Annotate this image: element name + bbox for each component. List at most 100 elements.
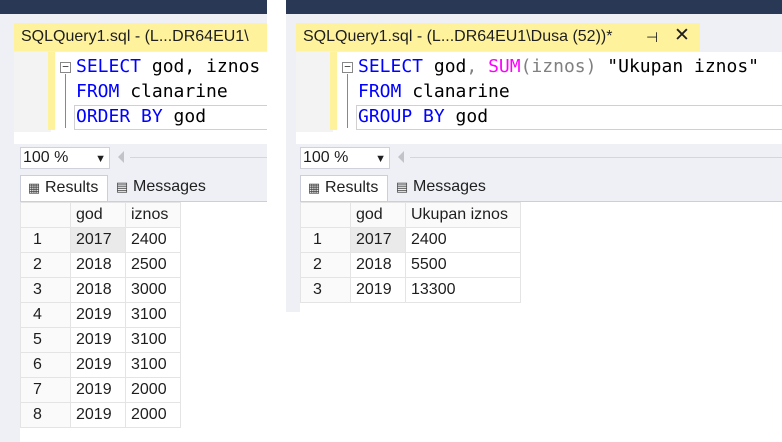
pin-icon[interactable]: ⊣	[646, 23, 658, 51]
cell-god[interactable]: 2019	[70, 402, 126, 428]
results-table: god Ukupan iznos 1 2017 2400 2 2018 5500 3 20…	[300, 202, 521, 303]
tab-messages-label: Messages	[133, 178, 206, 195]
chevron-down-icon[interactable]: ▼	[95, 149, 106, 169]
keyword-by: BY	[423, 106, 445, 127]
cell-god[interactable]: 2019	[70, 377, 126, 403]
document-tab-right[interactable]: SQLQuery1.sql - (L...DR64EU1\Dusa (52))*…	[296, 23, 700, 51]
document-tab-title: SQLQuery1.sql - (L...DR64EU1\Dusa (52))*	[303, 28, 613, 45]
collapse-minus-icon[interactable]: −	[60, 61, 71, 73]
row-number[interactable]: 4	[20, 302, 71, 328]
row-number[interactable]: 6	[20, 352, 71, 378]
column-alias: "Ukupan iznos"	[607, 56, 760, 77]
messages-icon: ▤	[115, 179, 129, 194]
cell-god[interactable]: 2019	[70, 327, 126, 353]
cell-god[interactable]: 2019	[70, 352, 126, 378]
table-row[interactable]: 1 2017 2400	[300, 227, 521, 253]
zoom-select[interactable]: 100 % ▼	[300, 147, 390, 169]
zoom-select[interactable]: 100 % ▼	[20, 147, 110, 169]
row-number-header[interactable]	[20, 202, 71, 228]
results-grid-left: god iznos 1 2017 2400 2 2018 2500 3 2018 3000 …	[20, 201, 267, 442]
cell-iznos[interactable]: 3000	[125, 277, 181, 303]
cell-ukupan-iznos[interactable]: 5500	[405, 252, 521, 278]
row-number[interactable]: 3	[300, 277, 351, 303]
messages-icon: ▤	[395, 179, 409, 194]
cell-god[interactable]: 2019	[350, 277, 406, 303]
cell-god[interactable]: 2017	[70, 227, 126, 253]
column-header-iznos[interactable]: iznos	[125, 202, 181, 228]
table-row[interactable]: 4 2019 3100	[20, 302, 181, 328]
table-row[interactable]: 7 2019 2000	[20, 377, 181, 403]
code-line-1: SELECT god, SUM(iznos) "Ukupan iznos"	[358, 54, 759, 79]
sql-editor-left[interactable]: − SELECT god, iznos FROM clanarine ORDER…	[14, 52, 267, 144]
row-number[interactable]: 2	[300, 252, 351, 278]
cell-ukupan-iznos[interactable]: 2400	[405, 227, 521, 253]
tab-results[interactable]: ▦ Results	[300, 175, 388, 201]
scroll-left-arrow-icon[interactable]	[398, 151, 404, 163]
code-text: god, iznos	[141, 56, 261, 77]
tab-messages-label: Messages	[413, 178, 486, 195]
zoom-value: 100 %	[23, 149, 69, 166]
cell-ukupan-iznos[interactable]: 13300	[405, 277, 521, 303]
cell-iznos[interactable]: 2000	[125, 402, 181, 428]
keyword-order: ORDER	[76, 106, 131, 127]
table-row[interactable]: 2 2018 5500	[300, 252, 521, 278]
table-row[interactable]: 6 2019 3100	[20, 352, 181, 378]
cell-iznos[interactable]: 2000	[125, 377, 181, 403]
row-number[interactable]: 3	[20, 277, 71, 303]
close-icon[interactable]: ✕	[674, 23, 690, 50]
cell-god[interactable]: 2017	[350, 227, 406, 253]
zoom-value: 100 %	[303, 149, 349, 166]
row-number[interactable]: 1	[300, 227, 351, 253]
horizontal-scrollbar[interactable]	[130, 157, 267, 158]
tab-results[interactable]: ▦ Results	[20, 175, 108, 201]
cell-iznos[interactable]: 3100	[125, 302, 181, 328]
table-row[interactable]: 3 2019 13300	[300, 277, 521, 303]
tab-messages[interactable]: ▤ Messages	[112, 175, 216, 200]
outline-line	[347, 74, 348, 128]
grid-icon: ▦	[27, 180, 41, 195]
cell-god[interactable]: 2018	[350, 252, 406, 278]
code-line-1: SELECT god, iznos	[76, 54, 260, 79]
chevron-down-icon[interactable]: ▼	[375, 149, 386, 169]
table-row[interactable]: 1 2017 2400	[20, 227, 181, 253]
zoom-bar: 100 % ▼	[286, 145, 782, 170]
code-line-3: GROUP BY god	[358, 104, 488, 129]
sql-editor-right[interactable]: − SELECT god, SUM(iznos) "Ukupan iznos" …	[296, 52, 782, 144]
table-row[interactable]: 2 2018 2500	[20, 252, 181, 278]
cell-iznos[interactable]: 3100	[125, 327, 181, 353]
keyword-by: BY	[141, 106, 163, 127]
column-header-god[interactable]: god	[350, 202, 406, 228]
row-number[interactable]: 7	[20, 377, 71, 403]
document-tab-title: SQLQuery1.sql - (L...DR64EU1\	[21, 28, 249, 45]
document-tab-left[interactable]: SQLQuery1.sql - (L...DR64EU1\	[14, 23, 267, 51]
title-strip	[286, 0, 782, 14]
cell-god[interactable]: 2019	[70, 302, 126, 328]
code-line-2: FROM clanarine	[358, 79, 510, 104]
row-number[interactable]: 2	[20, 252, 71, 278]
keyword-from: FROM	[358, 81, 402, 102]
cell-god[interactable]: 2018	[70, 252, 126, 278]
column-header-god[interactable]: god	[70, 202, 126, 228]
horizontal-scrollbar[interactable]	[410, 157, 782, 158]
results-grid-right: god Ukupan iznos 1 2017 2400 2 2018 5500 3 20…	[300, 201, 782, 312]
grid-icon: ▦	[307, 180, 321, 195]
row-number-header[interactable]	[300, 202, 351, 228]
cell-iznos[interactable]: 2500	[125, 252, 181, 278]
cell-god[interactable]: 2018	[70, 277, 126, 303]
table-row[interactable]: 3 2018 3000	[20, 277, 181, 303]
right-query-window: SQLQuery1.sql - (L...DR64EU1\Dusa (52))*…	[286, 0, 782, 312]
collapse-minus-icon[interactable]: −	[342, 61, 353, 73]
cell-iznos[interactable]: 2400	[125, 227, 181, 253]
tab-messages[interactable]: ▤ Messages	[392, 175, 496, 200]
row-number[interactable]: 5	[20, 327, 71, 353]
column-header-ukupan-iznos[interactable]: Ukupan iznos	[405, 202, 521, 228]
scroll-left-arrow-icon[interactable]	[118, 151, 124, 163]
row-number[interactable]: 8	[20, 402, 71, 428]
table-row[interactable]: 5 2019 3100	[20, 327, 181, 353]
outline-line	[65, 74, 66, 128]
table-row[interactable]: 8 2019 2000	[20, 402, 181, 428]
cell-iznos[interactable]: 3100	[125, 352, 181, 378]
row-number[interactable]: 1	[20, 227, 71, 253]
code-text: god	[423, 56, 467, 77]
code-text: clanarine	[119, 81, 228, 102]
